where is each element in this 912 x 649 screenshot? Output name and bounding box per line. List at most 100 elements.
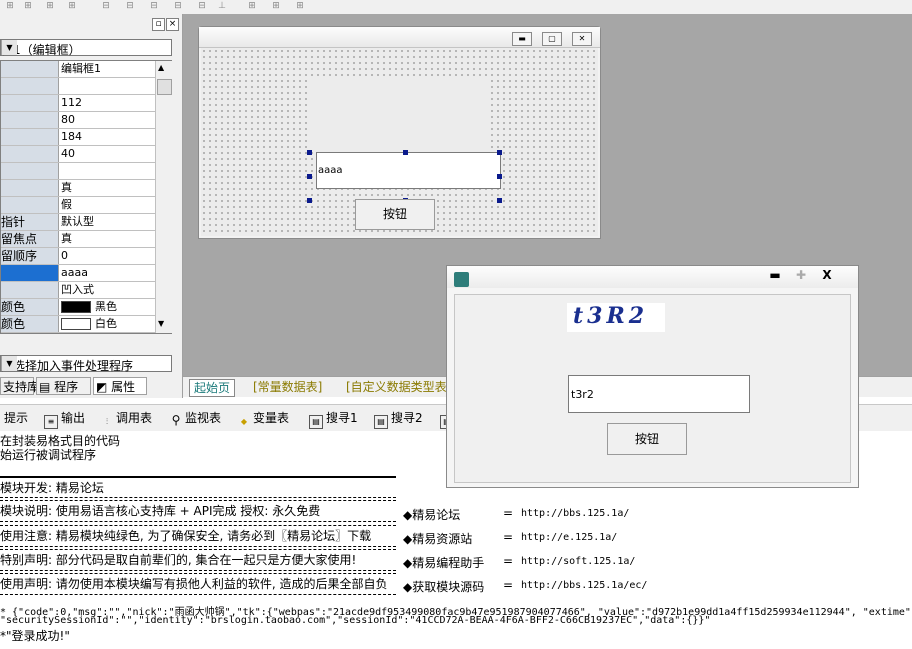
property-row[interactable]: 112 xyxy=(1,95,156,112)
property-value[interactable] xyxy=(61,163,156,179)
property-value[interactable]: 编辑框1 xyxy=(61,61,156,77)
maximize-icon[interactable]: ▢ xyxy=(542,32,562,46)
object-selector[interactable]: 框1（编辑框） ▼ xyxy=(0,39,172,57)
property-row[interactable]: 80 xyxy=(1,112,156,129)
property-row[interactable]: 留顺序 0 xyxy=(1,248,156,265)
property-value[interactable]: 白色 xyxy=(61,316,156,332)
same-width-icon[interactable]: ⊟ xyxy=(172,1,184,12)
edit-box-control[interactable]: aaaa xyxy=(316,152,501,189)
link-name: ◆精易资源站 xyxy=(403,532,473,546)
align-left-icon[interactable]: ⊞ xyxy=(4,1,16,12)
property-value[interactable]: aaaa xyxy=(61,265,156,281)
link-url[interactable]: http://soft.125.1a/ xyxy=(521,556,635,567)
property-value[interactable]: 184 xyxy=(61,129,156,145)
link-row: ◆精易编程助手 = http://soft.125.1a/ xyxy=(403,554,635,571)
minimize-icon[interactable]: ▬ xyxy=(512,32,532,46)
maximize-icon[interactable]: ✚ xyxy=(789,268,813,282)
center-in-form-icon[interactable]: ⊞ xyxy=(294,1,306,12)
close-icon[interactable]: ✕ xyxy=(572,32,592,46)
property-row[interactable]: 假 xyxy=(1,197,156,214)
space-horizontal-icon[interactable]: ⊞ xyxy=(246,1,258,12)
property-row-selected[interactable]: aaaa xyxy=(1,265,156,282)
resize-handle[interactable] xyxy=(497,198,502,203)
property-row[interactable]: 颜色 白色 xyxy=(1,316,156,333)
tab-properties[interactable]: ◩ 属性 xyxy=(93,377,147,395)
tab-label: 支持库 xyxy=(3,380,40,394)
tab-variables[interactable]: ◆ 变量表 xyxy=(238,410,289,426)
property-value[interactable]: 凹入式 xyxy=(61,282,156,298)
property-row[interactable]: 指针 默认型 xyxy=(1,214,156,231)
property-row[interactable]: 编辑框1 xyxy=(1,61,156,78)
resize-handle[interactable] xyxy=(307,198,312,203)
property-row[interactable] xyxy=(1,163,156,180)
runtime-window[interactable]: ▬ ✚ X t3R2 t3r2 按钮 xyxy=(446,265,859,488)
scroll-down-icon[interactable]: ▼ xyxy=(158,319,164,328)
resize-handle[interactable] xyxy=(497,174,502,179)
align-right-icon[interactable]: ⊞ xyxy=(44,1,56,12)
property-row[interactable]: 留焦点真 xyxy=(1,231,156,248)
property-value[interactable]: 0 xyxy=(61,248,156,264)
resize-handle[interactable] xyxy=(307,174,312,179)
tab-constant-table[interactable]: [常量数据表] xyxy=(253,379,322,395)
align-top-icon[interactable]: ⊟ xyxy=(100,1,112,12)
property-row[interactable]: 真 xyxy=(1,180,156,197)
property-row[interactable]: 颜色 黑色 xyxy=(1,299,156,316)
tab-program[interactable]: ▤ 程序 xyxy=(36,377,91,395)
resize-handle[interactable] xyxy=(307,150,312,155)
link-url[interactable]: http://e.125.1a/ xyxy=(521,532,617,543)
align-bottom-icon[interactable]: ⊟ xyxy=(148,1,160,12)
property-value[interactable]: 假 xyxy=(61,197,156,213)
property-value[interactable]: 黑色 xyxy=(61,299,156,315)
tab-support-library[interactable]: 支持库 xyxy=(0,377,39,395)
label-control[interactable] xyxy=(311,78,491,152)
button-control[interactable]: 按钮 xyxy=(355,199,435,230)
runtime-title-bar[interactable]: ▬ ✚ X xyxy=(447,266,858,288)
property-value[interactable]: 80 xyxy=(61,112,156,128)
tab-search2[interactable]: ▤ 搜寻2 xyxy=(374,410,423,429)
property-scrollbar[interactable]: ▲ ▼ xyxy=(155,61,172,333)
property-value[interactable]: 默认型 xyxy=(61,214,156,230)
chevron-down-icon[interactable]: ▼ xyxy=(1,40,17,55)
tab-watch[interactable]: ⚲ 监视表 xyxy=(170,410,221,426)
tab-label: 监视表 xyxy=(185,411,222,425)
captcha-input[interactable]: t3r2 xyxy=(568,375,750,413)
align-middle-icon[interactable]: ⊟ xyxy=(124,1,136,12)
form-title-bar[interactable]: ▬ ▢ ✕ xyxy=(199,27,600,48)
tab-search1[interactable]: ▤ 搜寻1 xyxy=(309,410,358,429)
submit-button[interactable]: 按钮 xyxy=(607,423,687,455)
align-grid-icon[interactable]: ⊞ xyxy=(66,1,78,12)
link-url[interactable]: http://bbs.125.1a/ xyxy=(521,508,629,519)
color-name: 白色 xyxy=(95,317,117,330)
scroll-up-icon[interactable]: ▲ xyxy=(158,63,164,72)
tab-custom-type-table[interactable]: [自定义数据类型表 xyxy=(346,379,447,395)
tab-start-page[interactable]: 起始页 xyxy=(189,379,236,397)
property-row[interactable]: 40 xyxy=(1,146,156,163)
property-row[interactable]: 184 xyxy=(1,129,156,146)
same-size-icon[interactable]: ⊥ xyxy=(216,1,228,12)
minimize-icon[interactable]: ▬ xyxy=(763,268,787,282)
same-height-icon[interactable]: ⊟ xyxy=(196,1,208,12)
tab-output[interactable]: ≡ 输出 xyxy=(44,410,85,429)
resize-handle[interactable] xyxy=(497,150,502,155)
designer-form-window[interactable]: ▬ ▢ ✕ aaaa 按钮 xyxy=(198,26,601,239)
property-value[interactable]: 真 xyxy=(61,231,156,247)
property-value[interactable] xyxy=(61,78,156,94)
property-value[interactable]: 112 xyxy=(61,95,156,111)
close-icon[interactable]: × xyxy=(166,18,179,31)
property-value[interactable]: 40 xyxy=(61,146,156,162)
tab-call-stack[interactable]: ⫶ 调用表 xyxy=(101,410,152,426)
dock-icon[interactable]: ▫ xyxy=(152,18,165,31)
link-url[interactable]: http://bbs.125.1a/ec/ xyxy=(521,580,647,591)
property-value[interactable]: 真 xyxy=(61,180,156,196)
close-icon[interactable]: X xyxy=(815,268,839,282)
chevron-down-icon[interactable]: ▼ xyxy=(1,356,17,371)
property-row[interactable]: 凹入式 xyxy=(1,282,156,299)
space-vertical-icon[interactable]: ⊞ xyxy=(270,1,282,12)
scroll-thumb[interactable] xyxy=(157,79,172,95)
form-canvas[interactable]: aaaa 按钮 xyxy=(201,48,598,236)
tab-tips[interactable]: 提示 xyxy=(4,410,28,426)
property-row[interactable] xyxy=(1,78,156,95)
align-center-icon[interactable]: ⊞ xyxy=(22,1,34,12)
resize-handle[interactable] xyxy=(403,150,408,155)
event-selector[interactable]: 处选择加入事件处理程序 ▼ xyxy=(0,355,172,373)
